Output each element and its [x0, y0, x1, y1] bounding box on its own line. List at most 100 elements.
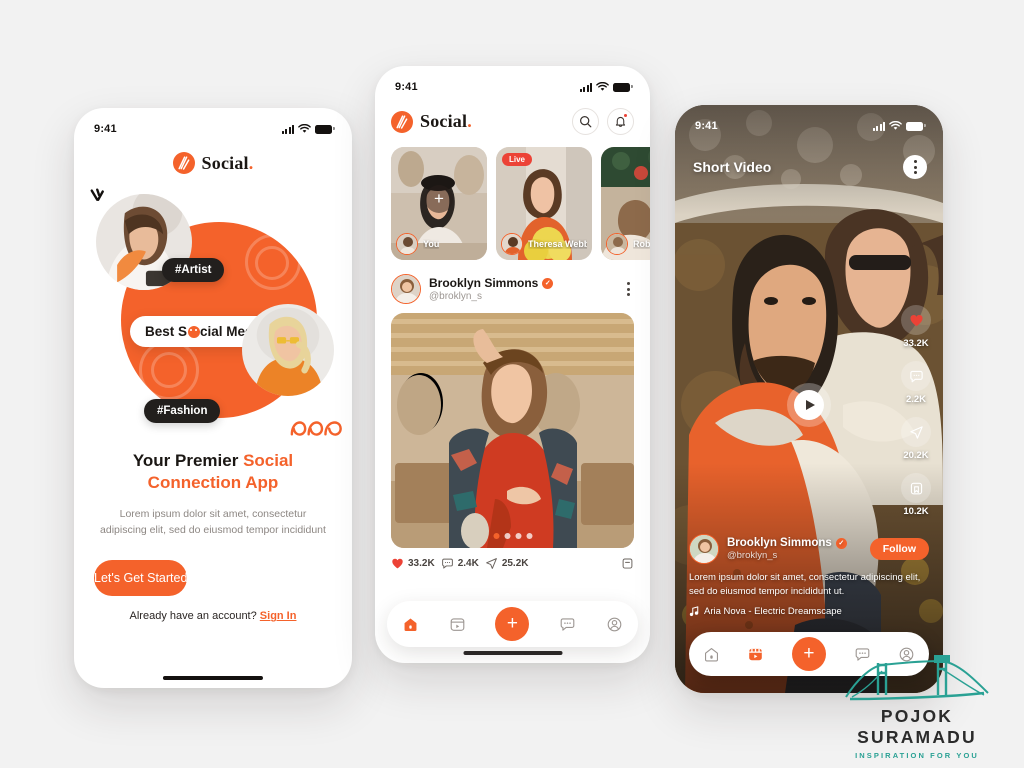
- tab-home[interactable]: [402, 616, 419, 633]
- share-stat[interactable]: 25.2K: [485, 557, 529, 570]
- story-label: Theresa Webb: [528, 239, 587, 249]
- story-footer: Rob: [606, 233, 650, 255]
- bookmark-icon: [910, 482, 922, 494]
- tab-reels[interactable]: [747, 646, 764, 663]
- video-handle: @broklyn_s: [727, 550, 778, 562]
- avatar[interactable]: [689, 534, 719, 565]
- follow-button[interactable]: Follow: [869, 538, 929, 561]
- post-image[interactable]: [391, 313, 634, 548]
- story-card[interactable]: + You: [391, 147, 487, 260]
- phone-onboarding: 9:41 Social. #Artist Best S cial #Fashio…: [74, 108, 352, 688]
- avatar[interactable]: [391, 274, 421, 304]
- create-button[interactable]: +: [791, 637, 826, 671]
- comment-icon: [909, 370, 923, 382]
- phone-feed: 9:41 Social. + You Live Theresa Webb Rob…: [375, 66, 650, 663]
- bookmark-action[interactable]: 10.2K: [901, 473, 931, 517]
- wifi-icon: [298, 124, 311, 133]
- share-count: 20.2K: [903, 450, 929, 461]
- avatar: [606, 233, 628, 255]
- comment-button[interactable]: [901, 361, 931, 391]
- header-actions: [572, 108, 634, 135]
- post-author: Brooklyn Simmons ✓: [429, 276, 554, 290]
- bookmark-button[interactable]: [901, 473, 931, 503]
- like-stat[interactable]: 33.2K: [391, 557, 435, 570]
- sparkle-icon: [90, 188, 104, 201]
- bottom-tab-bar[interactable]: +: [387, 601, 638, 647]
- video-music[interactable]: Aria Nova - Electric Dreamscape: [689, 606, 929, 617]
- tab-home[interactable]: [703, 646, 720, 663]
- bookmark-stat[interactable]: [621, 557, 634, 570]
- status-time: 9:41: [695, 120, 718, 132]
- share-button[interactable]: [901, 417, 931, 447]
- story-footer: Theresa Webb: [501, 233, 587, 255]
- battery-icon: [315, 124, 335, 134]
- bookmark-count: 10.2K: [903, 506, 929, 517]
- status-time: 9:41: [395, 81, 418, 93]
- story-card[interactable]: Live Theresa Webb: [496, 147, 592, 260]
- chip-fashion[interactable]: #Fashion: [144, 399, 221, 423]
- video-author-block: Brooklyn Simmons ✓ @broklyn_s: [727, 537, 847, 561]
- like-action[interactable]: 33.2K: [901, 305, 931, 349]
- home-icon: [704, 647, 718, 662]
- signal-icon: [282, 124, 294, 134]
- battery-icon: [613, 82, 633, 92]
- verified-badge-icon: ✓: [542, 277, 554, 289]
- logo-text: Social.: [201, 152, 254, 173]
- story-footer: You: [396, 233, 482, 255]
- comment-count: 2.2K: [905, 394, 927, 405]
- status-icons: [282, 124, 335, 134]
- chat-icon: [560, 617, 575, 631]
- wifi-icon: [889, 121, 902, 130]
- share-icon: [909, 425, 923, 439]
- search-button[interactable]: [572, 108, 599, 135]
- story-label: Rob: [633, 239, 650, 249]
- get-started-button[interactable]: Let's Get Started: [94, 560, 188, 597]
- play-button[interactable]: [787, 383, 831, 427]
- person-icon: [607, 617, 622, 631]
- tab-profile[interactable]: [606, 616, 623, 633]
- logo-mark-icon: [172, 152, 195, 174]
- carousel-dots[interactable]: [493, 533, 532, 539]
- share-action[interactable]: 20.2K: [901, 417, 931, 461]
- story-card[interactable]: Rob: [601, 147, 650, 260]
- home-indicator: [463, 651, 562, 655]
- status-icons: [873, 121, 926, 131]
- app-logo: Social.: [391, 110, 472, 133]
- live-badge: Live: [502, 153, 533, 166]
- squiggle-icon: [290, 421, 342, 436]
- home-icon: [404, 618, 417, 631]
- video-more-button[interactable]: [903, 155, 927, 179]
- story-label: You: [423, 239, 440, 249]
- notch: [157, 108, 269, 121]
- create-button[interactable]: +: [495, 607, 530, 641]
- comment-stat[interactable]: 2.4K: [441, 557, 479, 570]
- notch: [457, 66, 568, 79]
- notification-badge: [623, 113, 628, 118]
- add-story-button[interactable]: +: [425, 184, 453, 213]
- tab-messages[interactable]: [559, 616, 576, 633]
- post-stats: 33.2K 2.4K 25.2K: [375, 548, 650, 570]
- signal-icon: [580, 82, 592, 92]
- video-info: Brooklyn Simmons ✓ @broklyn_s Follow Lor…: [689, 534, 929, 617]
- comment-icon: [441, 558, 453, 569]
- chip-artist[interactable]: #Artist: [162, 258, 225, 282]
- post-more-button[interactable]: [623, 278, 634, 300]
- like-button[interactable]: [901, 305, 931, 335]
- tab-reels[interactable]: [449, 616, 466, 633]
- smiley-icon: [187, 325, 200, 338]
- notifications-button[interactable]: [607, 108, 634, 135]
- video-caption: Lorem ipsum dolor sit amet, consectetur …: [689, 572, 921, 598]
- fashion-photo: [242, 304, 334, 396]
- reels-icon: [450, 617, 465, 631]
- stories-row[interactable]: + You Live Theresa Webb Rob: [375, 135, 650, 260]
- like-count: 33.2K: [903, 338, 929, 349]
- signin-row: Already have an account? Sign In: [74, 610, 352, 622]
- page-subtitle: Lorem ipsum dolor sit amet, consectetur …: [100, 507, 326, 536]
- share-count: 25.2K: [501, 558, 529, 569]
- page-title: Short Video: [693, 159, 772, 175]
- comment-action[interactable]: 2.2K: [901, 361, 931, 405]
- sign-in-link[interactable]: Sign In: [260, 610, 297, 622]
- share-icon: [485, 558, 497, 569]
- battery-icon: [906, 121, 926, 131]
- video-action-rail[interactable]: 33.2K 2.2K 20.2K 10.2K: [901, 305, 931, 517]
